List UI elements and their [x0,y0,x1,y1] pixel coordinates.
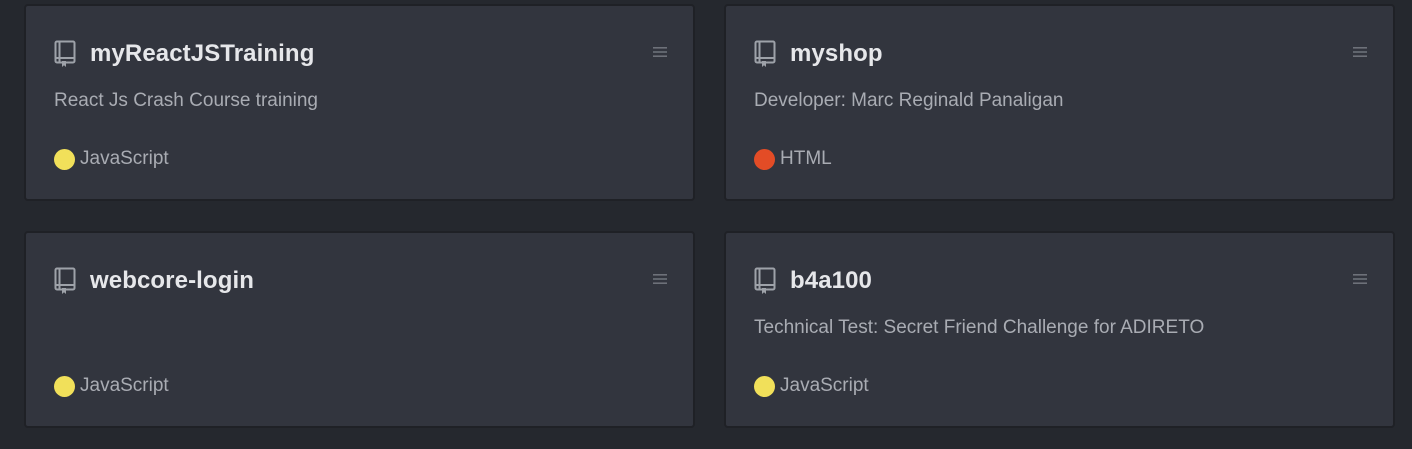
repo-language: HTML [754,147,832,171]
repo-language: JavaScript [754,374,869,398]
repo-title-link[interactable]: b4a100 [790,267,872,295]
hamburger-menu-icon[interactable] [1353,46,1367,58]
repo-title-link[interactable]: myshop [790,40,883,68]
repo-description: Developer: Marc Reginald Panaligan [754,90,1064,111]
repo-card[interactable]: myshop Developer: Marc Reginald Panaliga… [724,4,1395,201]
repo-book-icon [754,267,776,294]
language-label: JavaScript [80,375,169,396]
language-color-dot [754,375,775,397]
repo-book-icon [754,40,776,67]
repo-description: React Js Crash Course training [54,90,318,111]
language-label: JavaScript [780,375,869,396]
repo-book-icon [54,267,76,294]
repo-title-link[interactable]: myReactJSTraining [90,40,314,68]
repo-language: JavaScript [54,147,169,171]
repo-card[interactable]: webcore-login JavaScript [24,231,695,428]
language-label: JavaScript [80,148,169,169]
repo-description: Technical Test: Secret Friend Challenge … [754,317,1205,338]
repo-grid: myReactJSTraining React Js Crash Course … [24,4,1395,428]
hamburger-menu-icon[interactable] [653,273,667,285]
language-color-dot [54,148,75,170]
hamburger-menu-icon[interactable] [653,46,667,58]
language-color-dot [754,148,775,170]
repo-card[interactable]: b4a100 Technical Test: Secret Friend Cha… [724,231,1395,428]
repo-language: JavaScript [54,374,169,398]
language-label: HTML [780,148,832,169]
language-color-dot [54,375,75,397]
repo-book-icon [54,40,76,67]
hamburger-menu-icon[interactable] [1353,273,1367,285]
repo-title-link[interactable]: webcore-login [90,267,254,295]
repo-card[interactable]: myReactJSTraining React Js Crash Course … [24,4,695,201]
